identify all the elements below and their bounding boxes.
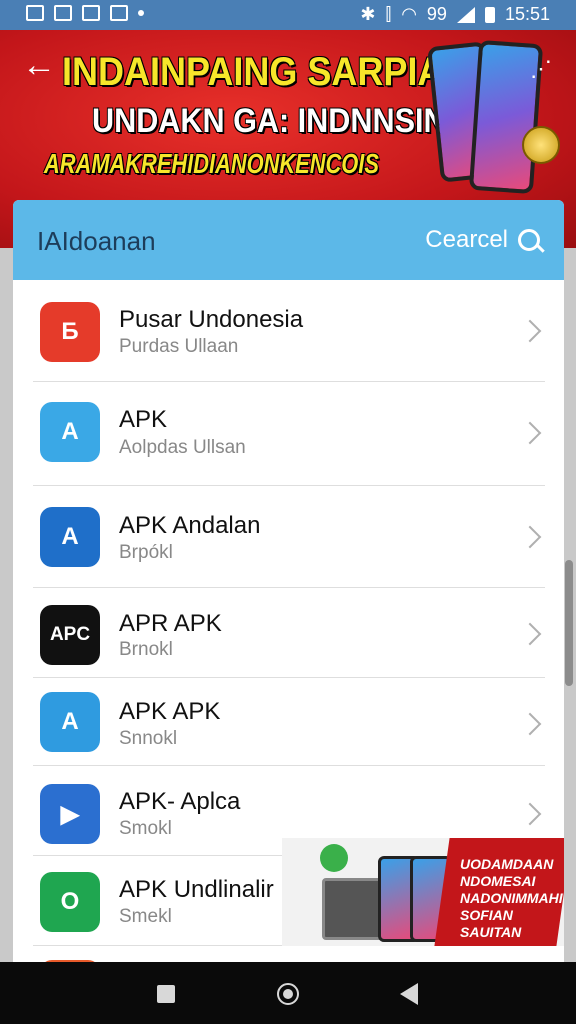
list-item[interactable]: A APK Andalan Brpókl bbox=[13, 486, 564, 588]
list-item[interactable]: A APK APK Snnokl bbox=[13, 678, 564, 766]
tv-image bbox=[322, 878, 386, 940]
scrollbar[interactable] bbox=[565, 560, 573, 686]
app-subtitle: Snnokl bbox=[119, 728, 178, 749]
chevron-right-icon bbox=[518, 525, 542, 549]
mail-notification-icon bbox=[82, 5, 100, 21]
chevron-right-icon bbox=[518, 802, 542, 826]
banner-subheadline: UNDAKN GA: INDNNSIN bbox=[92, 102, 446, 140]
bluetooth-icon: ✱ bbox=[360, 4, 376, 24]
app-icon-glyph: A bbox=[61, 418, 79, 445]
wifi-icon: ◠ bbox=[401, 4, 417, 24]
download-notification-icon bbox=[110, 5, 128, 21]
chevron-right-icon bbox=[518, 421, 542, 445]
page-title: IAIdoanan bbox=[37, 226, 156, 256]
app-name: APK Undlinalir bbox=[119, 876, 274, 903]
app-name: APK Andalan bbox=[119, 512, 261, 539]
app-icon: O bbox=[40, 872, 100, 932]
list-item[interactable]: A APK Aolpdas Ullsan bbox=[13, 382, 564, 486]
app-icon-glyph: APC bbox=[49, 624, 91, 645]
chevron-right-icon bbox=[518, 622, 542, 646]
navigation-bar bbox=[0, 962, 576, 1024]
app-icon: A bbox=[40, 692, 100, 752]
notification-icons bbox=[26, 5, 144, 21]
back-icon[interactable] bbox=[400, 983, 418, 1005]
app-icon: A bbox=[40, 507, 100, 567]
app-icon: ▶ bbox=[40, 784, 100, 844]
app-icon-glyph: Б bbox=[61, 318, 79, 345]
app-icon: Б bbox=[40, 302, 100, 362]
app-icon-glyph: O bbox=[60, 888, 80, 915]
mascot-image bbox=[320, 844, 348, 872]
list-item[interactable]: Б Pusar Undonesia Purdas Ullaan bbox=[13, 280, 564, 382]
chevron-right-icon bbox=[518, 319, 542, 343]
banner-tagline: ARAMAKREHIDIANONKENCOIS bbox=[44, 148, 379, 179]
battery-percent: 99 bbox=[426, 4, 447, 24]
share-icon[interactable]: ⋰ bbox=[530, 56, 552, 82]
clock: 15:51 bbox=[504, 4, 550, 24]
list-item[interactable]: APC APR APK Brnokl bbox=[13, 588, 564, 678]
coin-image bbox=[522, 126, 560, 164]
ad-text: UODAMDAAN NDOMESAI NADONIMMAHI SOFIAN SA… bbox=[460, 856, 563, 940]
app-icon: A bbox=[40, 402, 100, 462]
more-notifications-icon bbox=[138, 10, 144, 16]
vibrate-icon: ⫿ bbox=[385, 4, 392, 24]
system-icons: ✱ ⫿ ◠ 99 15:51 bbox=[360, 4, 550, 25]
app-subtitle: Aolpdas Ullsan bbox=[119, 437, 246, 458]
app-name: APK- Aplca bbox=[119, 788, 241, 815]
home-icon[interactable] bbox=[277, 983, 299, 1005]
app-name: APK APK bbox=[119, 698, 221, 725]
app-name: APK bbox=[119, 406, 168, 433]
image-notification-icon bbox=[26, 5, 44, 21]
app-notification-icon bbox=[54, 5, 72, 21]
app-icon-glyph: A bbox=[61, 708, 79, 735]
app-subtitle: Smokl bbox=[119, 818, 172, 839]
chevron-right-icon bbox=[518, 712, 542, 736]
app-name: APR APK bbox=[119, 610, 222, 637]
recents-icon[interactable] bbox=[157, 985, 175, 1003]
search-button[interactable]: Cearcel bbox=[425, 226, 540, 254]
banner-headline: INDAINPAING SARPIA bbox=[62, 50, 444, 94]
app-icon: APC bbox=[40, 605, 100, 665]
app-subtitle: Smekl bbox=[119, 906, 172, 927]
card-header: IAIdoanan Cearcel bbox=[13, 200, 564, 280]
app-icon-glyph: A bbox=[61, 523, 79, 550]
back-arrow-icon[interactable]: ← bbox=[22, 48, 56, 82]
search-icon bbox=[518, 229, 540, 251]
app-icon-glyph: ▶ bbox=[60, 800, 80, 828]
app-subtitle: Brpókl bbox=[119, 542, 173, 563]
app-name: Pusar Undonesia bbox=[119, 306, 304, 333]
ad-banner[interactable]: UODAMDAAN NDOMESAI NADONIMMAHI SOFIAN SA… bbox=[282, 838, 564, 946]
search-label: Cearcel bbox=[425, 226, 508, 253]
battery-icon bbox=[484, 6, 495, 23]
signal-icon bbox=[456, 6, 475, 23]
status-bar: ✱ ⫿ ◠ 99 15:51 bbox=[0, 0, 576, 30]
app-subtitle: Purdas Ullaan bbox=[119, 336, 239, 357]
app-subtitle: Brnokl bbox=[119, 639, 173, 660]
